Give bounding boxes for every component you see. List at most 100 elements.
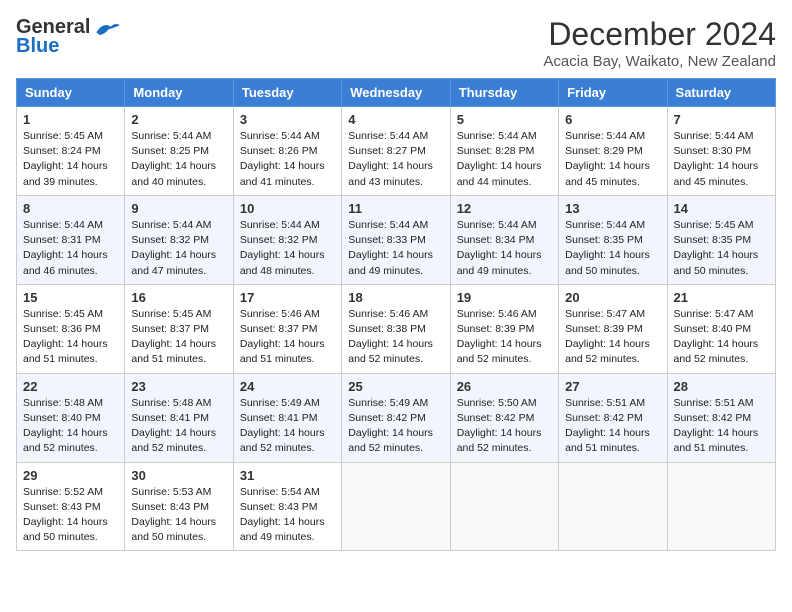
- calendar-cell: 18Sunrise: 5:46 AM Sunset: 8:38 PM Dayli…: [342, 284, 450, 373]
- day-number: 11: [348, 201, 443, 216]
- logo-blue-text: Blue: [16, 35, 59, 58]
- day-info: Sunrise: 5:44 AM Sunset: 8:30 PM Dayligh…: [674, 129, 769, 190]
- day-info: Sunrise: 5:45 AM Sunset: 8:37 PM Dayligh…: [131, 307, 226, 368]
- calendar-table: SundayMondayTuesdayWednesdayThursdayFrid…: [16, 78, 776, 551]
- day-number: 30: [131, 468, 226, 483]
- day-header-friday: Friday: [559, 79, 667, 107]
- day-number: 21: [674, 290, 769, 305]
- day-number: 19: [457, 290, 552, 305]
- day-info: Sunrise: 5:54 AM Sunset: 8:43 PM Dayligh…: [240, 485, 335, 546]
- day-number: 26: [457, 379, 552, 394]
- day-number: 4: [348, 112, 443, 127]
- day-number: 29: [23, 468, 118, 483]
- day-info: Sunrise: 5:46 AM Sunset: 8:39 PM Dayligh…: [457, 307, 552, 368]
- calendar-cell: 25 Sunrise: 5:49 AM Sunset: 8:42 PM Dayli…: [342, 373, 450, 462]
- day-header-tuesday: Tuesday: [233, 79, 341, 107]
- day-number: 25: [348, 379, 443, 394]
- calendar-cell: 30 Sunrise: 5:53 AM Sunset: 8:43 PM Dayli…: [125, 462, 233, 551]
- calendar-cell: 17Sunrise: 5:46 AM Sunset: 8:37 PM Dayli…: [233, 284, 341, 373]
- day-number: 7: [674, 112, 769, 127]
- calendar-cell: 19 Sunrise: 5:46 AM Sunset: 8:39 PM Dayli…: [450, 284, 558, 373]
- calendar-cell: 31 Sunrise: 5:54 AM Sunset: 8:43 PM Dayli…: [233, 462, 341, 551]
- day-info: Sunrise: 5:44 AM Sunset: 8:31 PM Dayligh…: [23, 218, 118, 279]
- calendar-cell: 6 Sunrise: 5:44 AM Sunset: 8:29 PM Daylig…: [559, 107, 667, 196]
- calendar-cell: 27 Sunrise: 5:51 AM Sunset: 8:42 PM Dayli…: [559, 373, 667, 462]
- day-info: Sunrise: 5:49 AM Sunset: 8:42 PM Dayligh…: [348, 396, 443, 457]
- day-number: 27: [565, 379, 660, 394]
- day-info: Sunrise: 5:45 AM Sunset: 8:24 PM Dayligh…: [23, 129, 118, 190]
- calendar-cell: 13 Sunrise: 5:44 AM Sunset: 8:35 PM Dayli…: [559, 195, 667, 284]
- calendar-cell: 9 Sunrise: 5:44 AM Sunset: 8:32 PM Daylig…: [125, 195, 233, 284]
- day-number: 14: [674, 201, 769, 216]
- calendar-cell: 10 Sunrise: 5:44 AM Sunset: 8:32 PM Dayli…: [233, 195, 341, 284]
- day-info: Sunrise: 5:49 AM Sunset: 8:41 PM Dayligh…: [240, 396, 335, 457]
- title-section: December 2024 Acacia Bay, Waikato, New Z…: [543, 16, 776, 70]
- calendar-cell: 29 Sunrise: 5:52 AM Sunset: 8:43 PM Dayli…: [17, 462, 125, 551]
- day-info: Sunrise: 5:51 AM Sunset: 8:42 PM Dayligh…: [565, 396, 660, 457]
- day-header-saturday: Saturday: [667, 79, 775, 107]
- calendar-cell: 3Sunrise: 5:44 AM Sunset: 8:26 PM Daylig…: [233, 107, 341, 196]
- day-info: Sunrise: 5:47 AM Sunset: 8:40 PM Dayligh…: [674, 307, 769, 368]
- day-info: Sunrise: 5:48 AM Sunset: 8:41 PM Dayligh…: [131, 396, 226, 457]
- week-row-1: 1 Sunrise: 5:45 AM Sunset: 8:24 PM Daylig…: [17, 107, 776, 196]
- day-info: Sunrise: 5:44 AM Sunset: 8:35 PM Dayligh…: [565, 218, 660, 279]
- day-number: 23: [131, 379, 226, 394]
- day-number: 12: [457, 201, 552, 216]
- calendar-cell: [559, 462, 667, 551]
- day-number: 5: [457, 112, 552, 127]
- calendar-cell: 24Sunrise: 5:49 AM Sunset: 8:41 PM Dayli…: [233, 373, 341, 462]
- day-info: Sunrise: 5:44 AM Sunset: 8:27 PM Dayligh…: [348, 129, 443, 190]
- day-number: 10: [240, 201, 335, 216]
- day-number: 13: [565, 201, 660, 216]
- week-row-5: 29 Sunrise: 5:52 AM Sunset: 8:43 PM Dayli…: [17, 462, 776, 551]
- calendar-cell: 22Sunrise: 5:48 AM Sunset: 8:40 PM Dayli…: [17, 373, 125, 462]
- calendar-cell: [342, 462, 450, 551]
- day-info: Sunrise: 5:46 AM Sunset: 8:38 PM Dayligh…: [348, 307, 443, 368]
- day-number: 6: [565, 112, 660, 127]
- location: Acacia Bay, Waikato, New Zealand: [543, 53, 776, 70]
- calendar-cell: 11 Sunrise: 5:44 AM Sunset: 8:33 PM Dayli…: [342, 195, 450, 284]
- calendar-cell: 7 Sunrise: 5:44 AM Sunset: 8:30 PM Daylig…: [667, 107, 775, 196]
- week-row-2: 8 Sunrise: 5:44 AM Sunset: 8:31 PM Daylig…: [17, 195, 776, 284]
- page-header: General Blue December 2024 Acacia Bay, W…: [16, 16, 776, 70]
- day-info: Sunrise: 5:44 AM Sunset: 8:34 PM Dayligh…: [457, 218, 552, 279]
- day-info: Sunrise: 5:45 AM Sunset: 8:35 PM Dayligh…: [674, 218, 769, 279]
- day-info: Sunrise: 5:44 AM Sunset: 8:32 PM Dayligh…: [131, 218, 226, 279]
- calendar-cell: 2 Sunrise: 5:44 AM Sunset: 8:25 PM Daylig…: [125, 107, 233, 196]
- day-info: Sunrise: 5:47 AM Sunset: 8:39 PM Dayligh…: [565, 307, 660, 368]
- day-info: Sunrise: 5:44 AM Sunset: 8:32 PM Dayligh…: [240, 218, 335, 279]
- calendar-cell: [450, 462, 558, 551]
- day-header-wednesday: Wednesday: [342, 79, 450, 107]
- day-number: 9: [131, 201, 226, 216]
- calendar-header-row: SundayMondayTuesdayWednesdayThursdayFrid…: [17, 79, 776, 107]
- calendar-cell: 21 Sunrise: 5:47 AM Sunset: 8:40 PM Dayli…: [667, 284, 775, 373]
- day-number: 17: [240, 290, 335, 305]
- day-number: 16: [131, 290, 226, 305]
- calendar-cell: 12 Sunrise: 5:44 AM Sunset: 8:34 PM Dayli…: [450, 195, 558, 284]
- day-info: Sunrise: 5:44 AM Sunset: 8:25 PM Dayligh…: [131, 129, 226, 190]
- calendar-cell: 23 Sunrise: 5:48 AM Sunset: 8:41 PM Dayli…: [125, 373, 233, 462]
- day-number: 31: [240, 468, 335, 483]
- calendar-cell: 15Sunrise: 5:45 AM Sunset: 8:36 PM Dayli…: [17, 284, 125, 373]
- week-row-3: 15Sunrise: 5:45 AM Sunset: 8:36 PM Dayli…: [17, 284, 776, 373]
- day-number: 20: [565, 290, 660, 305]
- calendar-cell: [667, 462, 775, 551]
- day-info: Sunrise: 5:44 AM Sunset: 8:26 PM Dayligh…: [240, 129, 335, 190]
- day-info: Sunrise: 5:52 AM Sunset: 8:43 PM Dayligh…: [23, 485, 118, 546]
- calendar-cell: 20 Sunrise: 5:47 AM Sunset: 8:39 PM Dayli…: [559, 284, 667, 373]
- day-number: 22: [23, 379, 118, 394]
- day-info: Sunrise: 5:53 AM Sunset: 8:43 PM Dayligh…: [131, 485, 226, 546]
- day-info: Sunrise: 5:44 AM Sunset: 8:33 PM Dayligh…: [348, 218, 443, 279]
- day-info: Sunrise: 5:44 AM Sunset: 8:29 PM Dayligh…: [565, 129, 660, 190]
- day-number: 1: [23, 112, 118, 127]
- day-info: Sunrise: 5:51 AM Sunset: 8:42 PM Dayligh…: [674, 396, 769, 457]
- day-header-monday: Monday: [125, 79, 233, 107]
- month-title: December 2024: [543, 16, 776, 53]
- day-number: 2: [131, 112, 226, 127]
- day-info: Sunrise: 5:44 AM Sunset: 8:28 PM Dayligh…: [457, 129, 552, 190]
- logo-bird-icon: [92, 18, 122, 38]
- day-number: 8: [23, 201, 118, 216]
- day-header-thursday: Thursday: [450, 79, 558, 107]
- calendar-cell: 14 Sunrise: 5:45 AM Sunset: 8:35 PM Dayli…: [667, 195, 775, 284]
- calendar-cell: 28Sunrise: 5:51 AM Sunset: 8:42 PM Dayli…: [667, 373, 775, 462]
